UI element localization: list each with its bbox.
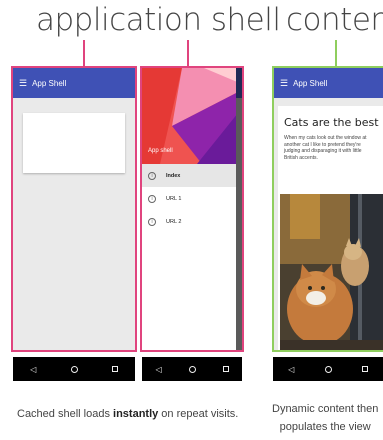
shell-caption: Cached shell loads instantly on repeat v… [17,408,239,420]
recent-apps-icon[interactable] [111,366,118,372]
app-body [13,98,135,350]
android-nav-bar: ◁ [142,357,242,381]
drawer-item-label: Index [166,172,181,179]
hamburger-menu-icon[interactable]: ☰ [280,78,288,89]
app-bar: ☰ App Shell [13,68,135,98]
recent-apps-icon[interactable] [222,366,229,372]
article-title: Cats are the best [284,116,379,129]
content-caption-line-1: Dynamic content then [272,403,379,415]
content-caption-line-2: populates the view [279,421,371,433]
android-nav-bar: ◁ [273,357,383,381]
info-icon: i [148,171,156,180]
info-icon: i [148,217,156,226]
content-heading: content [286,2,383,38]
application-shell-heading: application shell [36,2,281,38]
app-bar: ☰ App Shell [274,68,383,98]
content-caption: Dynamic content then populates the view [272,400,378,436]
drawer-header: App shell [142,68,242,164]
back-icon[interactable]: ◁ [30,365,36,374]
drawer-header-title: App shell [148,148,173,154]
info-icon: i [148,194,156,203]
hamburger-menu-icon[interactable]: ☰ [19,78,27,89]
drawer-item-url-1[interactable]: i URL 1 [142,187,242,210]
app-bar-title: App Shell [293,78,328,88]
cat-photo [280,194,383,350]
back-icon[interactable]: ◁ [288,365,294,374]
drawer-scrim[interactable] [236,68,242,350]
recent-apps-icon[interactable] [361,366,368,372]
drawer-item-index[interactable]: i Index [142,164,242,187]
shell-leader-line-left [83,40,85,68]
placeholder-card [23,113,125,173]
home-icon[interactable] [188,365,196,373]
article-text: When my cats look out the window at anot… [284,135,367,161]
drawer-menu: i Index i URL 1 i URL 2 [142,164,242,350]
phone-nav-drawer: App shell i Index i URL 1 i URL 2 [140,66,244,352]
android-nav-bar: ◁ [13,357,135,381]
caption-emphasis: instantly [113,408,159,420]
shell-leader-line-right [187,40,189,68]
home-icon[interactable] [324,365,332,373]
back-icon[interactable]: ◁ [155,365,161,374]
content-body: Cats are the best When my cats look out … [274,98,383,350]
phone-app-shell: ☰ App Shell [11,66,137,352]
phone-content: ☰ App Shell Cats are the best When my ca… [272,66,383,352]
drawer-item-label: URL 2 [166,218,182,225]
drawer-item-label: URL 1 [166,195,182,202]
home-icon[interactable] [70,365,78,373]
drawer-item-url-2[interactable]: i URL 2 [142,210,242,233]
app-bar-title: App Shell [32,78,67,88]
